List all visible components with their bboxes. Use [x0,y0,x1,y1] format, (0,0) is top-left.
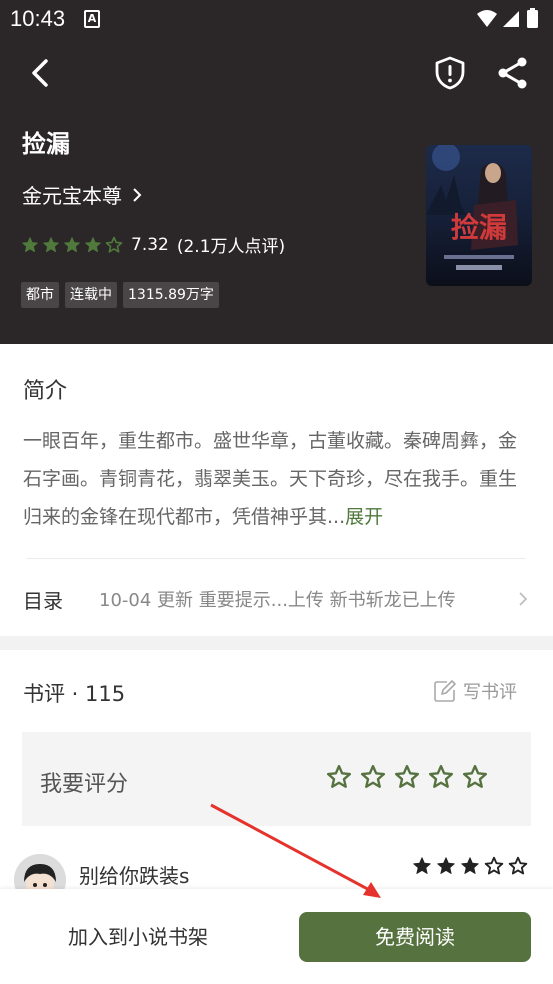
edit-icon [434,680,456,702]
tag-status: 连载中 [65,282,117,308]
star-outline-icon [326,764,352,788]
review-username: 别给你跌装s [79,864,190,888]
star-filled-icon [437,857,455,874]
shield-alert-icon[interactable] [432,55,468,91]
star-outline-icon [484,856,504,875]
intro-body: 一眼百年，重生都市。盛世华章，古董收藏。秦碑周彝，金石字画。青铜青花，翡翠美玉。… [23,430,518,528]
divider [26,558,526,559]
section-gap [0,636,553,650]
rate-stars[interactable] [326,764,488,790]
toc-label: 目录 [23,588,63,613]
tag-word-count: 1315.89万字 [123,282,219,308]
star-filled-icon [413,857,431,874]
chevron-left-icon[interactable] [26,56,56,90]
intro-text: 一眼百年，重生都市。盛世华章，古董收藏。秦碑周彝，金石字画。青铜青花，翡翠美玉。… [23,422,533,536]
rate-label: 我要评分 [40,772,129,797]
star-outline-icon [394,764,420,788]
star-filled-icon [461,857,479,874]
star-outline-icon [462,764,488,788]
toc-update-info: 10-04 更新 重要提示...上传 新书斩龙已上传 [99,590,456,611]
system-status-icons [477,8,538,28]
share-icon[interactable] [495,55,531,91]
cover-title-text: 捡漏 [451,211,507,244]
author-name: 金元宝本尊 [22,184,122,208]
rating-stars [21,236,123,254]
book-header: 10:43 A 捡漏 金元宝本尊 7.32 (2.1万人点评) 都市 连载中 1… [0,0,553,344]
write-review-label: 写书评 [463,682,517,703]
add-to-shelf-button[interactable]: 加入到小说书架 [38,913,238,961]
star-outline-icon [508,856,528,875]
read-free-button[interactable]: 免费阅读 [299,912,531,962]
star-filled-icon [22,236,38,252]
bottom-action-bar: 加入到小说书架 免费阅读 [0,889,553,984]
rate-panel: 我要评分 [22,732,531,826]
reviews-heading: 书评 · 115 [23,682,126,706]
tag-list: 都市 连载中 1315.89万字 [21,282,219,308]
chevron-right-icon [133,187,142,202]
rating-score: 7.32 [131,234,169,255]
star-filled-icon [85,236,101,252]
intro-heading: 简介 [23,379,68,404]
status-time: 10:43 [10,6,66,31]
book-title: 捡漏 [22,130,70,158]
star-filled-icon [43,236,59,252]
rating-row: 7.32 (2.1万人点评) [21,232,285,257]
expand-link[interactable]: 展开 [345,506,383,528]
review-item: 别给你跌装s [14,854,534,906]
chevron-right-icon [519,592,528,606]
notification-icon: A [84,10,100,28]
table-of-contents-row[interactable]: 目录 10-04 更新 重要提示...上传 新书斩龙已上传 [23,584,529,614]
star-outline-icon [360,764,386,788]
book-cover: 捡漏 [426,145,532,286]
status-bar: 10:43 A [0,0,553,38]
rating-count: (2.1万人点评) [176,237,286,257]
star-filled-icon [64,236,80,252]
author-link[interactable]: 金元宝本尊 [22,180,144,209]
star-outline-icon [105,236,123,253]
write-review-button[interactable]: 写书评 [433,678,517,704]
star-outline-icon [428,764,454,788]
tag-genre[interactable]: 都市 [21,282,59,308]
review-stars [412,856,528,876]
